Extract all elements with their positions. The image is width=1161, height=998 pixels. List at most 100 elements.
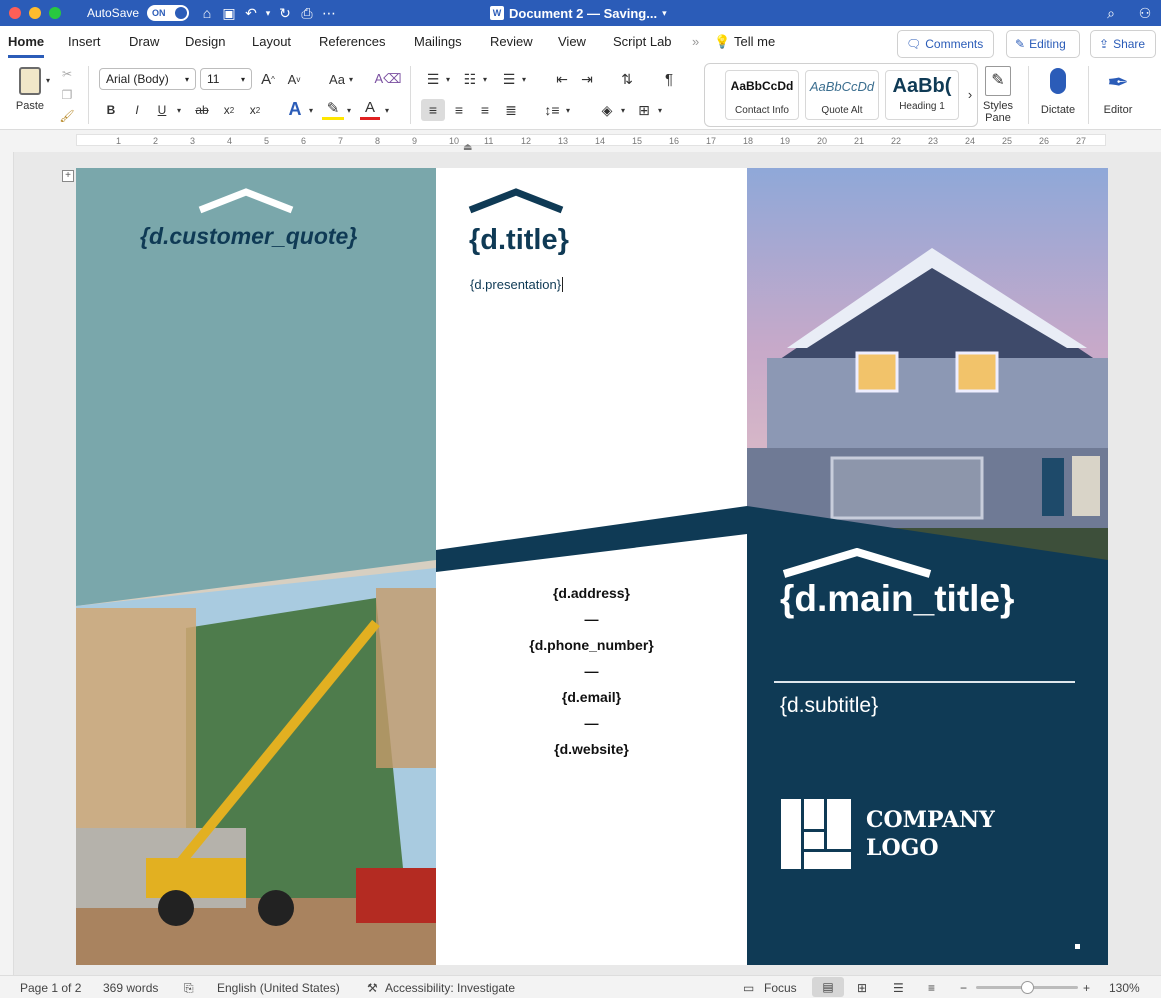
shading-chevron-icon[interactable]: ▾ — [618, 99, 628, 121]
close-window-button[interactable] — [9, 7, 21, 19]
text-effects-chevron-icon[interactable]: ▾ — [306, 100, 316, 120]
show-formatting-button[interactable]: ¶ — [659, 69, 679, 89]
numbering-icon[interactable]: ☷ — [460, 69, 480, 89]
tab-view[interactable]: View — [558, 34, 586, 49]
highlight-icon[interactable]: ✎ — [322, 98, 344, 120]
subtitle[interactable]: {d.subtitle} — [780, 694, 878, 718]
zoom-out-button[interactable]: − — [960, 981, 967, 995]
focus-icon[interactable]: ▭ — [743, 981, 754, 995]
grow-font-button[interactable]: A ^ — [258, 69, 278, 89]
clear-formatting-icon[interactable]: A⌫ — [374, 69, 401, 89]
numbering-chevron-icon[interactable]: ▾ — [480, 69, 490, 89]
paste-button[interactable]: Paste — [8, 64, 52, 114]
document-title-heading[interactable]: {d.title} — [469, 224, 569, 257]
table-move-handle-icon[interactable]: + — [62, 170, 74, 182]
tab-draw[interactable]: Draw — [129, 34, 159, 49]
accessibility-status[interactable]: Accessibility: Investigate — [385, 981, 515, 995]
paste-dropdown-chevron-icon[interactable]: ▾ — [44, 74, 52, 86]
email-field[interactable]: {d.email} — [436, 684, 747, 710]
tab-review[interactable]: Review — [490, 34, 533, 49]
horizontal-ruler[interactable]: 1 2 3 4 5 6 7 8 9 10 11 12 13 14 15 16 1… — [0, 130, 1161, 153]
tab-references[interactable]: References — [319, 34, 385, 49]
style-contact-info[interactable]: AaBbCcDd Contact Info — [725, 70, 799, 120]
shading-icon[interactable]: ◈ — [596, 99, 618, 121]
bold-button[interactable]: B — [103, 100, 119, 120]
redo-icon[interactable]: ↻ — [274, 5, 296, 22]
focus-button[interactable]: Focus — [764, 981, 797, 995]
style-quote-alt[interactable]: AaBbCcDd Quote Alt — [805, 70, 879, 120]
maximize-window-button[interactable] — [49, 7, 61, 19]
borders-chevron-icon[interactable]: ▾ — [655, 99, 665, 121]
web-layout-icon[interactable]: ⊞ — [857, 981, 867, 995]
comments-button[interactable]: 🗨 Comments — [897, 30, 994, 58]
font-size-select[interactable]: 11 ▾ — [200, 68, 252, 90]
document-page[interactable]: {d.customer_quote} {d.title} {d.presenta… — [76, 168, 1108, 965]
zoom-level[interactable]: 130% — [1109, 981, 1140, 995]
align-left-icon[interactable]: ≡ — [421, 99, 445, 121]
align-right-icon[interactable]: ≡ — [474, 99, 496, 121]
accessibility-icon[interactable]: ⚒ — [367, 981, 378, 995]
customer-quote[interactable]: {d.customer_quote} — [140, 223, 357, 250]
copy-icon[interactable]: ❐ — [58, 87, 76, 103]
decrease-indent-icon[interactable]: ⇤ — [552, 69, 572, 89]
editor-button[interactable]: ✒ Editor — [1092, 66, 1144, 116]
title-chevron-icon[interactable]: ▾ — [662, 8, 667, 19]
main-title[interactable]: {d.main_title} — [780, 578, 1014, 620]
tell-me-search[interactable]: Tell me — [734, 34, 775, 49]
share-person-icon[interactable]: ⚇ — [1134, 5, 1156, 22]
bullets-icon[interactable]: ☰ — [423, 69, 443, 89]
style-heading-1[interactable]: AaBb( Heading 1 — [885, 70, 959, 120]
format-painter-icon[interactable]: 🖌 — [58, 108, 76, 124]
zoom-slider[interactable] — [976, 981, 1078, 994]
tab-home[interactable]: Home — [8, 34, 45, 58]
more-icon[interactable]: ⋯ — [318, 5, 340, 22]
undo-dropdown-chevron-icon[interactable]: ▾ — [262, 8, 274, 19]
tab-script-lab[interactable]: Script Lab — [613, 34, 672, 49]
home-icon[interactable]: ⌂ — [196, 5, 218, 21]
outline-view-icon[interactable]: ☰ — [893, 981, 904, 995]
share-button[interactable]: ⇪ Share — [1090, 30, 1156, 58]
autosave-toggle[interactable]: ON — [147, 5, 190, 21]
bullets-chevron-icon[interactable]: ▾ — [443, 69, 453, 89]
font-name-select[interactable]: Arial (Body) ▾ — [99, 68, 196, 90]
language-status[interactable]: English (United States) — [217, 981, 340, 995]
save-icon[interactable]: ▣ — [218, 5, 240, 22]
line-spacing-chevron-icon[interactable]: ▾ — [563, 99, 573, 121]
increase-indent-icon[interactable]: ⇥ — [577, 69, 597, 89]
justify-icon[interactable]: ≣ — [500, 99, 522, 121]
font-color-chevron-icon[interactable]: ▾ — [382, 100, 392, 120]
document-title[interactable]: Document 2 — Saving... — [509, 6, 657, 21]
address-field[interactable]: {d.address} — [436, 580, 747, 606]
minimize-window-button[interactable] — [29, 7, 41, 19]
presentation-text[interactable]: {d.presentation} — [470, 277, 564, 292]
word-count[interactable]: 369 words — [103, 981, 158, 995]
font-color-icon[interactable]: A — [360, 98, 380, 120]
search-icon[interactable]: ⌕ — [1100, 5, 1122, 22]
phone-field[interactable]: {d.phone_number} — [436, 632, 747, 658]
underline-chevron-icon[interactable]: ▾ — [172, 100, 186, 120]
subscript-button[interactable]: x2 — [219, 100, 239, 120]
multilevel-chevron-icon[interactable]: ▾ — [519, 69, 529, 89]
tabs-overflow-icon[interactable]: » — [692, 34, 699, 49]
multilevel-list-icon[interactable]: ☰ — [499, 69, 519, 89]
italic-button[interactable]: I — [129, 100, 145, 120]
zoom-in-button[interactable]: + — [1083, 981, 1090, 995]
page-count[interactable]: Page 1 of 2 — [20, 981, 81, 995]
shrink-font-button[interactable]: Av — [284, 69, 304, 89]
borders-icon[interactable]: ⊞ — [633, 99, 655, 121]
superscript-button[interactable]: x2 — [245, 100, 265, 120]
change-case-button[interactable]: Aa ▾ — [324, 69, 358, 89]
zoom-slider-thumb[interactable] — [1021, 981, 1034, 994]
line-spacing-icon[interactable]: ↕≡ — [541, 99, 563, 121]
dictate-button[interactable]: Dictate — [1032, 66, 1084, 116]
proofing-icon[interactable]: ⎘ — [184, 981, 194, 996]
print-layout-icon[interactable]: ▤ — [812, 977, 844, 997]
highlight-chevron-icon[interactable]: ▾ — [344, 100, 354, 120]
text-effects-icon[interactable]: A — [284, 98, 306, 120]
styles-pane-button[interactable]: ✎ Styles Pane — [972, 66, 1024, 124]
tab-layout[interactable]: Layout — [252, 34, 291, 49]
align-center-icon[interactable]: ≡ — [448, 99, 470, 121]
draft-view-icon[interactable]: ≡ — [928, 981, 935, 995]
tab-mailings[interactable]: Mailings — [414, 34, 462, 49]
tab-insert[interactable]: Insert — [68, 34, 101, 49]
